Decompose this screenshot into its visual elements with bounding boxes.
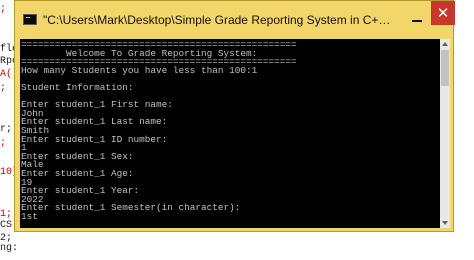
console-output-area[interactable]: ========================================… bbox=[20, 39, 440, 228]
console-line: How many Students you have less than 100… bbox=[21, 64, 258, 76]
editor-code-fragment: ; bbox=[0, 83, 7, 94]
console-line: Enter student_1 ID number: bbox=[21, 133, 168, 145]
title-bar[interactable]: "C:\Users\Mark\Desktop\Simple Grade Repo… bbox=[15, 1, 455, 39]
vertical-scrollbar[interactable] bbox=[440, 39, 450, 228]
scroll-up-arrow-icon[interactable] bbox=[442, 42, 448, 46]
console-line: 1st bbox=[21, 210, 38, 222]
window-title: "C:\Users\Mark\Desktop\Simple Grade Repo… bbox=[43, 13, 393, 27]
editor-code-fragment: ; bbox=[0, 4, 7, 15]
minimize-button[interactable] bbox=[409, 9, 425, 25]
console-app-icon bbox=[23, 14, 37, 25]
console-window[interactable]: "C:\Users\Mark\Desktop\Simple Grade Repo… bbox=[14, 0, 455, 232]
console-text: ========================================… bbox=[20, 39, 440, 221]
editor-code-fragment: ; bbox=[0, 138, 7, 149]
editor-code-fragment: 1; bbox=[0, 209, 13, 220]
console-line: Enter student_1 Semester(in character): bbox=[21, 202, 241, 214]
scroll-thumb[interactable] bbox=[441, 50, 449, 86]
console-line: Student Information: bbox=[21, 81, 134, 93]
close-button[interactable]: ✕ bbox=[431, 1, 455, 25]
editor-code-fragment: ng: bbox=[0, 243, 19, 254]
scroll-down-arrow-icon[interactable] bbox=[442, 221, 448, 225]
console-line: Enter student_1 Age: bbox=[21, 167, 134, 179]
editor-code-fragment: r; bbox=[0, 124, 13, 135]
console-line: Enter student_1 First name: bbox=[21, 99, 173, 111]
